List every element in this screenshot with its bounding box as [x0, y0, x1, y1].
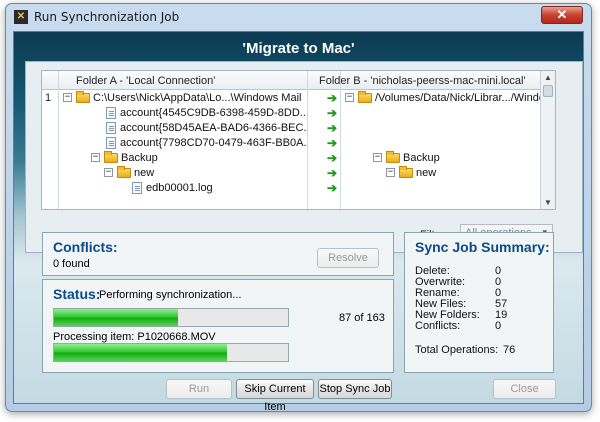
sync-arrow-icon: ➔ [327, 106, 338, 120]
folder-icon [76, 91, 90, 103]
file-icon [106, 137, 116, 149]
collapse-toggle-icon[interactable]: − [386, 168, 395, 177]
tree-row[interactable]: account{7798CD70-0479-463F-BB0A... ➔ [42, 136, 555, 150]
tree-row[interactable]: − Backup ➔ − Backup [42, 151, 555, 165]
scroll-up-icon[interactable]: ▲ [544, 73, 552, 82]
folder-b-name: Backup [403, 152, 440, 164]
tree-header: Folder A - 'Local Connection' Folder B -… [42, 71, 555, 90]
conflicts-count: 0 found [53, 258, 90, 270]
header-folder-a[interactable]: Folder A - 'Local Connection' [76, 75, 215, 87]
scroll-down-icon[interactable]: ▼ [544, 198, 552, 207]
summary-row-total: Total Operations: 76 [415, 344, 515, 356]
app-icon: ✕ [14, 10, 28, 24]
folder-icon [104, 151, 118, 163]
folder-tree-grid: Folder A - 'Local Connection' Folder B -… [41, 70, 556, 210]
tree-row[interactable]: − new ➔ − new [42, 166, 555, 180]
tree-vertical-scrollbar[interactable]: ▲ ▼ [540, 71, 555, 209]
stop-sync-job-button[interactable]: Stop Sync Job [318, 379, 392, 399]
summary-row-conflicts: Conflicts: 0 [415, 320, 501, 332]
client-area: 'Migrate to Mac' Folder A - 'Local Conne… [13, 31, 584, 413]
progress-count: 87 of 163 [339, 312, 385, 324]
sync-arrow-icon: ➔ [327, 151, 338, 165]
status-panel: Status: Performing synchronization... 87… [42, 279, 394, 373]
item-progress-fill [54, 344, 228, 361]
processing-item-text: Processing item: P1020668.MOV [53, 331, 216, 343]
resolve-button[interactable]: Resolve [317, 248, 379, 268]
item-progress-bar [53, 343, 289, 362]
row-number: 1 [45, 92, 52, 104]
run-button[interactable]: Run [166, 379, 232, 399]
window-title: Run Synchronization Job [34, 10, 180, 24]
collapse-toggle-icon[interactable]: − [104, 168, 113, 177]
folder-a-path: C:\Users\Nick\AppData\Lo...\Windows Mail [93, 92, 302, 104]
folder-b-name: new [416, 167, 437, 179]
conflicts-panel: Conflicts: 0 found Resolve [42, 232, 394, 276]
sync-arrow-icon: ➔ [327, 121, 338, 135]
folder-icon [117, 166, 131, 178]
tree-row[interactable]: 1 − C:\Users\Nick\AppData\Lo...\Windows … [42, 91, 555, 105]
summary-label: Conflicts: [415, 320, 461, 332]
sync-arrow-icon: ➔ [327, 181, 338, 195]
status-message: Performing synchronization... [99, 289, 242, 301]
folder-icon [386, 151, 400, 163]
file-a-name: account{58D45AEA-BAD6-4366-BEC... [120, 122, 306, 134]
summary-value: 0 [495, 320, 502, 332]
file-a-name: account{7798CD70-0479-463F-BB0A... [120, 137, 306, 149]
header-folder-b[interactable]: Folder B - 'nicholas-peerss-mac-mini.loc… [319, 75, 526, 87]
file-a-name: account{4545C9DB-6398-459D-8DD... [120, 107, 306, 119]
sync-arrow-icon: ➔ [327, 136, 338, 150]
summary-title: Sync Job Summary: [415, 239, 550, 255]
sync-arrow-icon: ➔ [327, 91, 338, 105]
overall-progress-fill [54, 309, 179, 326]
tree-row[interactable]: account{4545C9DB-6398-459D-8DD... ➔ [42, 106, 555, 120]
file-a-name: edb00001.log [146, 182, 213, 194]
summary-panel: Sync Job Summary: Delete: 0 Overwrite: 0… [404, 232, 554, 373]
sync-job-window: ✕ Run Synchronization Job ✕ 'Migrate to … [5, 3, 592, 413]
tree-row[interactable]: edb00001.log ➔ [42, 181, 555, 195]
overall-progress-bar [53, 308, 289, 327]
folder-icon [399, 166, 413, 178]
folder-b-path: /Volumes/Data/Nick/Librar.../Windows Mai… [375, 92, 540, 104]
title-bar[interactable]: ✕ Run Synchronization Job ✕ [6, 4, 591, 30]
close-button[interactable]: Close [493, 379, 556, 399]
file-icon [106, 122, 116, 134]
file-icon [106, 107, 116, 119]
window-close-button[interactable]: ✕ [541, 6, 583, 24]
collapse-toggle-icon[interactable]: − [63, 93, 72, 102]
sync-arrow-icon: ➔ [327, 166, 338, 180]
file-icon [132, 182, 142, 194]
collapse-toggle-icon[interactable]: − [373, 153, 382, 162]
folder-a-name: new [134, 167, 155, 179]
tree-row[interactable]: account{58D45AEA-BAD6-4366-BEC... ➔ [42, 121, 555, 135]
job-title: 'Migrate to Mac' [242, 40, 355, 57]
summary-total-label: Total Operations: [415, 344, 499, 356]
folder-icon [358, 91, 372, 103]
skip-current-item-button[interactable]: Skip Current Item [236, 379, 314, 413]
scroll-thumb[interactable] [543, 85, 553, 97]
collapse-toggle-icon[interactable]: − [345, 93, 354, 102]
status-title: Status: [53, 286, 101, 302]
conflicts-title: Conflicts: [53, 239, 118, 255]
summary-total-value: 76 [503, 344, 516, 356]
folder-tree-panel: Folder A - 'Local Connection' Folder B -… [25, 61, 583, 253]
folder-a-name: Backup [121, 152, 158, 164]
collapse-toggle-icon[interactable]: − [91, 153, 100, 162]
